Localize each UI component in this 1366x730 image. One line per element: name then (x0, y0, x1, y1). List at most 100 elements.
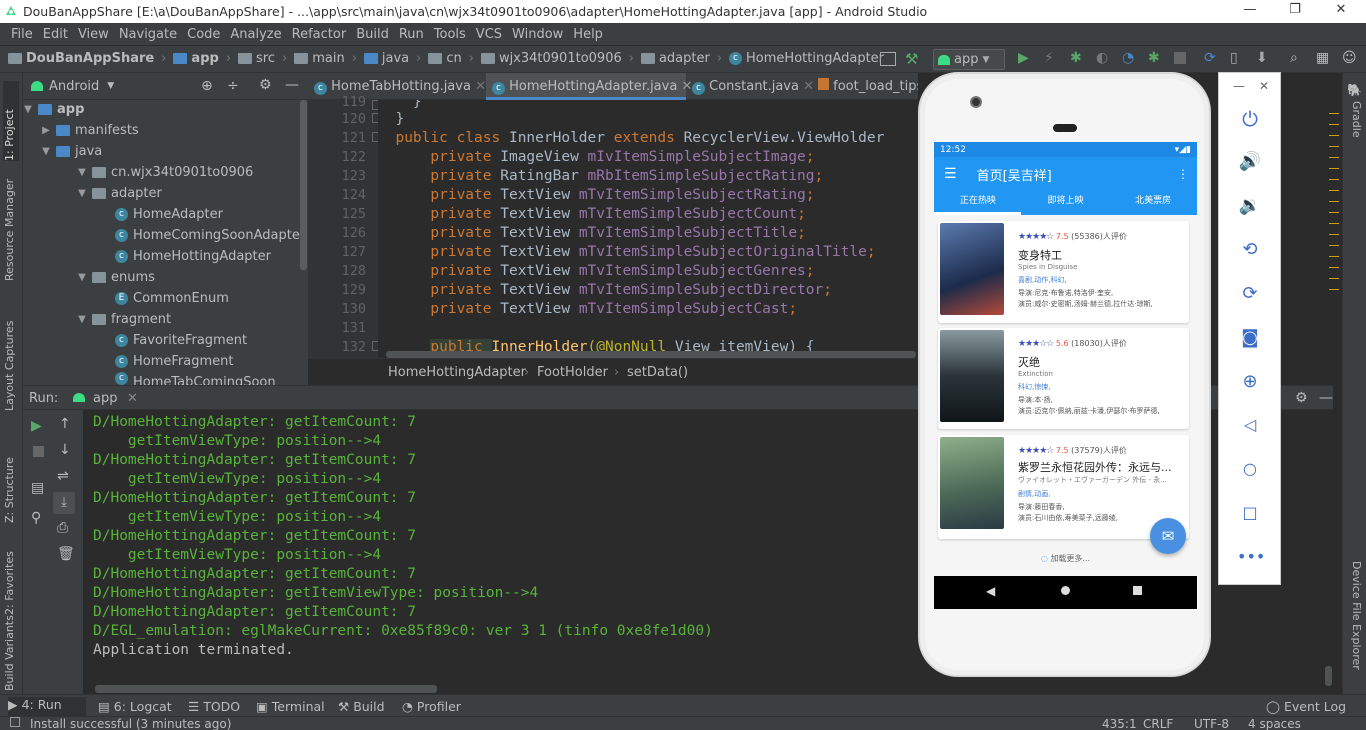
crumb-java[interactable]: java (382, 51, 409, 66)
tree-item-favoritefragment[interactable]: c FavoriteFragment (115, 330, 247, 351)
nav-back-icon[interactable]: ◀ (986, 584, 995, 598)
profile-icon[interactable]: ◔ (1122, 50, 1134, 66)
crumb-class[interactable]: HomeHottingAdapter (746, 51, 884, 66)
scroll-to-end-icon[interactable]: ⤓ (53, 492, 75, 514)
crumb-package[interactable]: wjx34t0901to0906 (499, 51, 622, 66)
tree-item-homecomingsoonadapter[interactable]: c HomeComingSoonAdapter (115, 225, 305, 246)
crumb-cn[interactable]: cn (446, 51, 461, 66)
gear-icon[interactable]: ⚙ (259, 77, 272, 93)
layout-captures-tab[interactable]: Layout Captures (3, 311, 19, 411)
home-icon[interactable]: ○ (1237, 459, 1263, 485)
terminal-tab[interactable]: ▣ Terminal (256, 699, 325, 714)
ide-settings-icon[interactable]: ▦ (1316, 50, 1329, 66)
project-view-select[interactable]: Android (49, 79, 99, 94)
rerun-icon[interactable]: ▶ (31, 418, 42, 434)
menu-tools[interactable]: Tools (429, 27, 471, 42)
nav-home-icon[interactable] (1061, 586, 1070, 595)
console-v-scrollbar[interactable] (1325, 666, 1332, 686)
tree-item-homefragment[interactable]: c HomeFragment (115, 351, 233, 372)
debug-icon[interactable]: ✱ (1070, 50, 1082, 66)
gradle-tab[interactable]: Gradle (1347, 101, 1363, 161)
crumb-src[interactable]: src (256, 51, 275, 66)
indent-setting[interactable]: 4 spaces (1248, 717, 1301, 730)
close-icon[interactable]: ✕ (127, 391, 138, 406)
logcat-tab[interactable]: ▤ 6: Logcat (98, 699, 172, 714)
avd-manager-icon[interactable]: ▯ (1230, 50, 1238, 66)
locate-icon[interactable]: ⊕ (201, 78, 213, 94)
rotate-right-icon[interactable]: ⟳ (1237, 283, 1263, 309)
tree-item-manifests[interactable]: ▶ manifests (41, 120, 139, 141)
print-icon[interactable]: ⎙ (57, 520, 68, 536)
console-h-scrollbar[interactable] (95, 685, 437, 693)
crumb-adapter[interactable]: adapter (659, 51, 710, 66)
menu-window[interactable]: Window (507, 27, 568, 42)
tree-item-java[interactable]: ▼ java (41, 141, 102, 162)
crumb-inner-class[interactable]: FootHolder (537, 365, 608, 380)
menu-view[interactable]: View (73, 27, 114, 42)
run-config-select[interactable]: app ▼ (933, 49, 1005, 70)
back-icon[interactable]: ◁ (1237, 415, 1263, 441)
volume-down-icon[interactable]: 🔉 (1237, 195, 1263, 221)
crumb-method[interactable]: setData() (627, 365, 688, 380)
structure-tab[interactable]: Z: Structure (3, 433, 19, 523)
crumb-app[interactable]: app (191, 51, 218, 66)
todo-tab[interactable]: ☰ TODO (188, 699, 240, 714)
resource-manager-tab[interactable]: Resource Manager (3, 171, 19, 281)
attach-debugger-icon[interactable]: ✱ (1148, 50, 1160, 66)
line-separator[interactable]: CRLF (1143, 717, 1173, 730)
tree-item-enums[interactable]: ▼ enums (77, 267, 155, 288)
make-project-icon[interactable]: ⚒ (905, 50, 918, 68)
search-icon[interactable]: ⌕ (1290, 50, 1298, 66)
rotate-left-icon[interactable]: ⟲ (1237, 239, 1263, 265)
tree-item-adapter[interactable]: ▼ adapter (77, 183, 162, 204)
more-icon[interactable]: ••• (1237, 547, 1265, 573)
tree-item-app[interactable]: ▼ app (23, 99, 84, 120)
caret-position[interactable]: 435:1 (1102, 717, 1137, 730)
run-tab[interactable]: ▶ 4: Run (8, 697, 86, 716)
camera-icon[interactable]: ◙ (1237, 327, 1263, 353)
favorites-tab[interactable]: 2: Favorites (3, 535, 19, 615)
chevron-down-icon[interactable]: ▼ (107, 81, 114, 91)
tab-homehottingadapter[interactable]: c HomeHottingAdapter.java ✕ (486, 73, 692, 100)
file-encoding[interactable]: UTF-8 (1194, 717, 1229, 730)
pin-icon[interactable]: ⚲ (31, 510, 41, 526)
project-tool-tab[interactable]: 1: Project (3, 81, 19, 161)
sync-gradle-icon[interactable]: ⟳ (1204, 50, 1216, 66)
tree-item-homehottingadapter[interactable]: c HomeHottingAdapter (115, 246, 271, 267)
menu-build[interactable]: Build (351, 27, 394, 42)
movie-card[interactable]: ★★★★☆ 7.5 (55386)人评价 变身特工 Spies in Disgu… (938, 221, 1189, 323)
profiler-tab[interactable]: ◔ Profiler (402, 699, 461, 714)
crumb-project[interactable]: DouBanAppShare (26, 51, 154, 66)
volume-up-icon[interactable]: 🔊 (1237, 151, 1263, 177)
more-vert-icon[interactable]: ⋮ (1177, 167, 1189, 181)
arrow-up-icon[interactable]: ↑ (59, 416, 71, 432)
tree-item-homeadapter[interactable]: c HomeAdapter (115, 204, 223, 225)
tab-constant[interactable]: c Constant.java ✕ (686, 73, 814, 100)
menu-analyze[interactable]: Analyze (225, 27, 286, 42)
minimize-button[interactable]: — (1235, 2, 1265, 20)
event-log-tab[interactable]: ◯ Event Log (1266, 699, 1346, 714)
run-icon[interactable]: ▶ (1018, 50, 1029, 66)
gear-icon[interactable]: ⚙ (1295, 390, 1308, 406)
menu-vcs[interactable]: VCS (471, 27, 507, 42)
menu-navigate[interactable]: Navigate (114, 27, 182, 42)
power-icon[interactable]: ⏻ (1237, 107, 1263, 133)
stop-icon[interactable] (1174, 52, 1186, 64)
build-tab[interactable]: ⚒ Build (338, 699, 385, 714)
movie-card[interactable]: ★★★☆☆ 5.6 (18030)人评价 灭绝 Extinction 科幻,惊悚… (938, 328, 1189, 429)
movie-card[interactable]: ★★★★☆ 7.5 (37579)人评价 紫罗兰永恒花园外传：永远与... ヴァ… (938, 435, 1189, 539)
crumb-main[interactable]: main (312, 51, 344, 66)
hide-icon[interactable]: — (285, 77, 299, 93)
overview-icon[interactable]: □ (1237, 503, 1263, 529)
menu-run[interactable]: Run (394, 27, 429, 42)
build-variants-tab[interactable]: Build Variants (3, 615, 19, 691)
menu-refactor[interactable]: Refactor (287, 27, 352, 42)
menu-edit[interactable]: Edit (38, 27, 73, 42)
tree-item-hometabcomingsoon[interactable]: c HomeTabComingSoon (115, 372, 276, 385)
menu-file[interactable]: File (6, 27, 38, 42)
apply-changes-icon[interactable]: ⚡ (1044, 50, 1054, 66)
hide-icon[interactable]: — (1319, 390, 1333, 406)
emulator-minimize-button[interactable]: — (1233, 79, 1245, 93)
trash-icon[interactable]: 🗑 (57, 546, 75, 562)
tree-item-fragment[interactable]: ▼ fragment (77, 309, 171, 330)
